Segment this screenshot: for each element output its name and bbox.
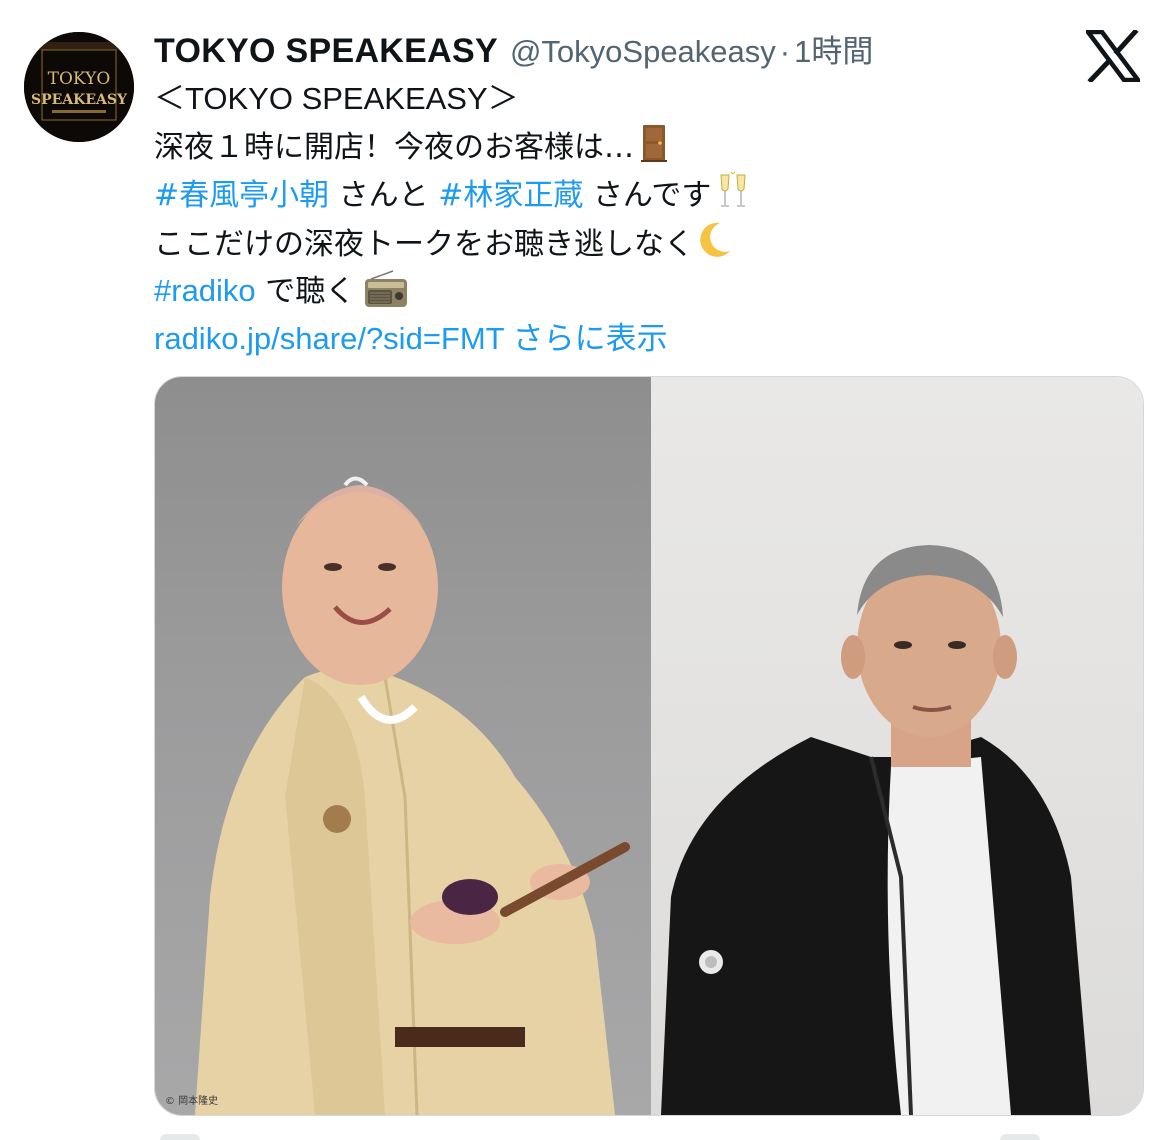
door-emoji-icon [641, 124, 667, 162]
jacket-portrait-image [661, 545, 1091, 1115]
crescent-moon-emoji-icon [700, 222, 730, 257]
tweet-media[interactable]: © 岡本隆史 [154, 376, 1144, 1116]
avatar[interactable]: TOKYO SPEAKEASY [24, 32, 134, 142]
photo-man-in-kimono[interactable]: © 岡本隆史 [155, 377, 651, 1115]
x-logo-icon[interactable] [1086, 30, 1140, 82]
photo-credit: © 岡本隆史 [165, 1096, 219, 1107]
display-name[interactable]: TOKYO SPEAKEASY [154, 28, 498, 74]
tweet-line-4: ここだけの深夜トークをお聴き逃しなく [154, 220, 1144, 269]
radio-emoji-icon [365, 270, 408, 307]
action-bar-edge [160, 1134, 200, 1140]
tweet-line-title: ＜TOKYO SPEAKEASY＞ [154, 81, 519, 116]
tweet-line-6: radiko.jp/share/?sid=FMT さらに表示 [154, 316, 1144, 363]
tweet-card[interactable]: TOKYO SPEAKEASY TOKYO SPEAKEASY @TokyoSp… [0, 0, 1170, 1140]
timestamp[interactable]: 1時間 [794, 29, 873, 75]
tweet-line-5-text: で聴く [255, 274, 356, 309]
tweet-line-3: #春風亭小朝 さんと #林家正蔵 さんです [154, 171, 1144, 220]
tweet-line-3-text-b: さんです [583, 178, 712, 213]
avatar-logo-line2: SPEAKEASY [31, 92, 128, 108]
hashtag-link[interactable]: #林家正蔵 [438, 178, 583, 213]
tweet-line-2: 深夜１時に開店！今夜のお客様は… [154, 123, 1144, 172]
avatar-logo-line1: TOKYO [48, 69, 111, 89]
separator-dot: · [779, 34, 791, 69]
kimono-portrait-image [195, 476, 630, 1115]
tweet-body: ＜TOKYO SPEAKEASY＞ 深夜１時に開店！今夜のお客様は… #春風亭小… [154, 76, 1144, 362]
clinking-glasses-emoji-icon [720, 171, 746, 207]
tweet-line-5: #radiko で聴く [154, 268, 1144, 316]
hashtag-link[interactable]: #radiko [154, 273, 256, 308]
show-more-link[interactable]: さらに表示 [504, 321, 668, 356]
user-handle[interactable]: @TokyoSpeakeasy [510, 29, 776, 75]
radiko-share-link[interactable]: radiko.jp/share/?sid=FMT [154, 321, 504, 356]
action-bar-edge [1000, 1134, 1040, 1140]
tweet-line-3-text-a: さんと [329, 178, 439, 213]
tweet-header: TOKYO SPEAKEASY @TokyoSpeakeasy · 1時間 [154, 28, 873, 74]
photo-man-in-black-jacket[interactable] [651, 377, 1143, 1115]
tweet-actions-peek [0, 1128, 1170, 1140]
tweet-line-2-text: 深夜１時に開店！今夜のお客様は… [154, 129, 634, 165]
tokyo-speakeasy-logo-icon: TOKYO SPEAKEASY [24, 32, 134, 142]
hashtag-link[interactable]: #春風亭小朝 [154, 178, 329, 213]
tweet-line-4-text: ここだけの深夜トークをお聴き逃しなく [154, 226, 694, 262]
